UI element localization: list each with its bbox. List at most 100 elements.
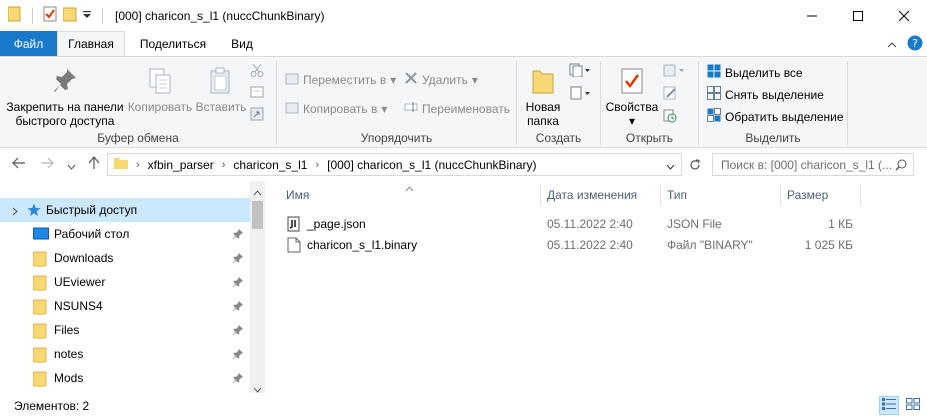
column-header-size[interactable]: Размер bbox=[787, 181, 828, 208]
folder-icon bbox=[114, 157, 128, 172]
table-row[interactable]: charicon_s_l1.binary 05.11.2022 2:40 Фай… bbox=[265, 235, 927, 256]
pin-quick-access-button[interactable]: Закрепить на панели быстрого доступа bbox=[4, 67, 126, 128]
new-folder-button[interactable]: Новая папка bbox=[523, 67, 563, 128]
pin-icon bbox=[233, 324, 243, 338]
navigation-pane: Быстрый доступ Рабочий стол Downloads UE… bbox=[0, 181, 265, 393]
new-item-icon[interactable] bbox=[569, 63, 591, 80]
chevron-right-icon[interactable]: › bbox=[222, 159, 226, 171]
title-bar: [000] charicon_s_l1 (nuccChunkBinary) bbox=[0, 0, 927, 31]
up-button[interactable] bbox=[88, 156, 100, 173]
select-none-button[interactable]: Снять выделение bbox=[707, 86, 824, 103]
refresh-icon[interactable] bbox=[689, 159, 701, 174]
edit-icon[interactable] bbox=[663, 86, 685, 103]
back-button[interactable] bbox=[12, 156, 26, 172]
help-icon[interactable]: ? bbox=[907, 35, 923, 54]
properties-button[interactable]: Свойства ▾ bbox=[605, 67, 659, 128]
properties-qat-icon[interactable] bbox=[43, 6, 57, 25]
table-row[interactable]: _page.json 05.11.2022 2:40 JSON File 1 К… bbox=[265, 214, 927, 235]
forward-button[interactable] bbox=[40, 156, 54, 172]
json-file-icon bbox=[287, 216, 301, 235]
nav-item-notes[interactable]: notes bbox=[0, 342, 250, 366]
nav-item-ueviewer[interactable]: UEviewer bbox=[0, 270, 250, 294]
close-button[interactable] bbox=[881, 0, 927, 31]
sort-ascending-icon bbox=[405, 181, 414, 195]
select-all-icon bbox=[707, 64, 721, 81]
history-icon[interactable] bbox=[663, 109, 685, 126]
chevron-right-icon[interactable]: › bbox=[315, 159, 319, 171]
item-count: Элементов: 2 bbox=[14, 399, 90, 413]
breadcrumb-item[interactable]: xfbin_parser bbox=[148, 158, 214, 172]
pin-icon bbox=[233, 228, 243, 242]
tab-view[interactable]: Вид bbox=[222, 31, 262, 56]
svg-text:?: ? bbox=[912, 37, 918, 50]
file-name: charicon_s_l1.binary bbox=[307, 238, 418, 252]
chevron-right-icon[interactable]: › bbox=[136, 159, 140, 171]
easy-access-icon[interactable] bbox=[569, 86, 591, 103]
breadcrumb-item[interactable]: [000] charicon_s_l1 (nuccChunkBinary) bbox=[327, 158, 536, 172]
address-box[interactable]: › xfbin_parser › charicon_s_l1 › [000] c… bbox=[107, 153, 682, 176]
nav-item-mods[interactable]: Mods bbox=[0, 366, 250, 390]
cut-icon[interactable] bbox=[250, 63, 264, 80]
delete-icon bbox=[404, 71, 418, 88]
chevron-down-icon: ▾ bbox=[628, 114, 636, 128]
file-type: Файл "BINARY" bbox=[667, 238, 753, 252]
file-date: 05.11.2022 2:40 bbox=[547, 217, 633, 231]
tab-share[interactable]: Поделиться bbox=[130, 31, 216, 56]
invert-selection-button[interactable]: Обратить выделение bbox=[707, 108, 844, 125]
tab-file[interactable]: Файл bbox=[0, 31, 57, 56]
organize-group-label: Упорядочить bbox=[360, 131, 433, 145]
maximize-button[interactable] bbox=[835, 0, 881, 31]
scroll-up-icon[interactable] bbox=[253, 185, 262, 199]
delete-button[interactable]: Удалить ▾ bbox=[404, 71, 478, 88]
copy-button[interactable]: Копировать bbox=[126, 67, 194, 114]
open-group-label: Открыть bbox=[625, 131, 674, 145]
chevron-down-icon: ▾ bbox=[381, 101, 388, 116]
quick-access-toolbar bbox=[0, 6, 107, 25]
select-none-icon bbox=[707, 86, 721, 103]
nav-item-downloads[interactable]: Downloads bbox=[0, 246, 250, 270]
column-header-type[interactable]: Тип bbox=[667, 181, 687, 208]
chevron-right-icon[interactable] bbox=[12, 205, 18, 219]
column-header-name[interactable]: Имя bbox=[286, 181, 309, 208]
qat-dropdown-icon[interactable] bbox=[83, 9, 92, 23]
paste-button[interactable]: Вставить bbox=[194, 67, 248, 114]
search-input[interactable]: Поиск в: [000] charicon_s_l1 (... bbox=[712, 153, 914, 176]
details-view-button[interactable] bbox=[879, 396, 899, 415]
clipboard-group-label: Буфер обмена bbox=[97, 131, 179, 145]
scroll-thumb[interactable] bbox=[252, 201, 263, 229]
minimize-button[interactable] bbox=[789, 0, 835, 31]
paste-shortcut-icon[interactable] bbox=[250, 107, 264, 124]
file-name: _page.json bbox=[307, 217, 366, 231]
nav-item-nsuns4[interactable]: NSUNS4 bbox=[0, 294, 250, 318]
open-icon[interactable] bbox=[663, 63, 685, 80]
breadcrumb-item[interactable]: charicon_s_l1 bbox=[233, 158, 307, 172]
pin-icon bbox=[233, 300, 243, 314]
chevron-down-icon: ▾ bbox=[471, 72, 478, 87]
file-icon bbox=[287, 237, 301, 256]
open-group: Свойства ▾ Открыть bbox=[601, 57, 698, 148]
recent-locations-button[interactable] bbox=[67, 158, 76, 174]
status-bar: Элементов: 2 bbox=[0, 393, 927, 418]
move-to-button[interactable]: Переместить в ▾ bbox=[285, 71, 396, 88]
column-header-date[interactable]: Дата изменения bbox=[547, 181, 637, 208]
copy-to-button[interactable]: Копировать в ▾ bbox=[285, 100, 387, 117]
nav-item-quick-access[interactable]: Быстрый доступ bbox=[0, 198, 250, 222]
rename-button[interactable]: Переименовать bbox=[404, 100, 510, 117]
nav-item-desktop[interactable]: Рабочий стол bbox=[0, 222, 250, 246]
select-all-button[interactable]: Выделить все bbox=[707, 64, 803, 81]
address-dropdown-icon[interactable] bbox=[666, 160, 675, 174]
copy-path-icon[interactable] bbox=[250, 86, 264, 101]
new-folder-qat-icon[interactable] bbox=[62, 6, 77, 25]
pin-icon bbox=[233, 276, 243, 290]
pin-icon bbox=[233, 372, 243, 386]
collapse-ribbon-icon[interactable] bbox=[887, 38, 897, 52]
tab-home[interactable]: Главная bbox=[57, 31, 125, 56]
copy-icon bbox=[126, 67, 194, 98]
folder-icon bbox=[32, 323, 47, 342]
nav-item-files[interactable]: Files bbox=[0, 318, 250, 342]
select-group-label: Выделить bbox=[745, 131, 801, 145]
file-list: Имя Дата изменения Тип Размер _page.json… bbox=[265, 181, 927, 393]
nav-scrollbar[interactable] bbox=[250, 181, 265, 393]
large-icons-view-button[interactable] bbox=[903, 396, 923, 415]
desktop-icon bbox=[33, 227, 49, 244]
